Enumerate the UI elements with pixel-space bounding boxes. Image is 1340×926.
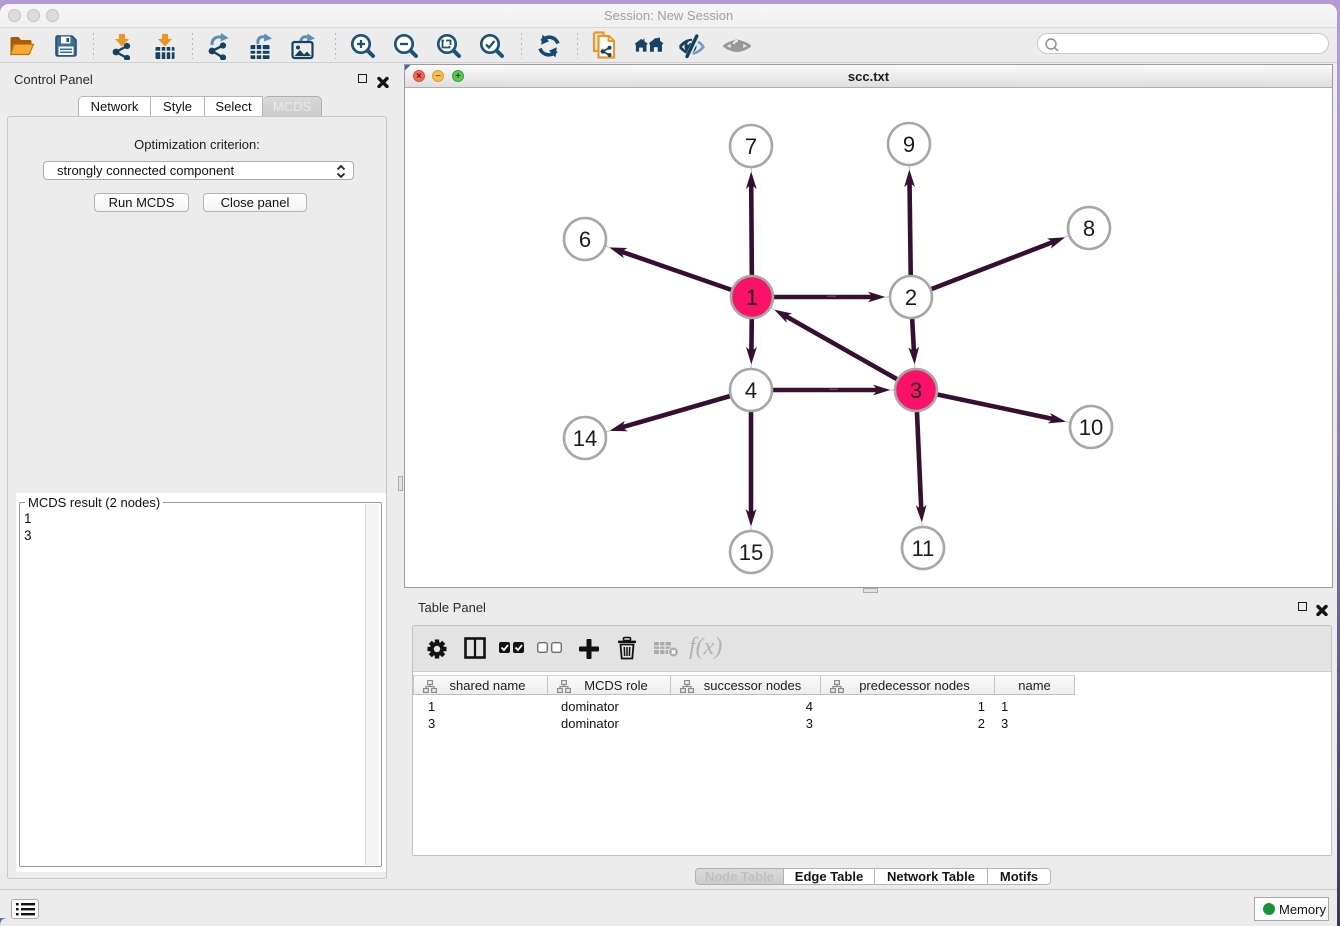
- svg-text:3: 3: [910, 378, 922, 403]
- svg-text:11: 11: [912, 536, 935, 561]
- svg-text:2: 2: [905, 285, 917, 310]
- svg-text:7: 7: [745, 134, 757, 159]
- svg-text:1: 1: [746, 285, 758, 310]
- svg-text:9: 9: [903, 132, 915, 157]
- svg-text:15: 15: [739, 540, 763, 565]
- svg-text:6: 6: [579, 227, 591, 252]
- svg-text:8: 8: [1083, 216, 1095, 241]
- svg-text:4: 4: [745, 378, 757, 403]
- svg-text:10: 10: [1079, 415, 1103, 440]
- svg-text:14: 14: [573, 426, 597, 451]
